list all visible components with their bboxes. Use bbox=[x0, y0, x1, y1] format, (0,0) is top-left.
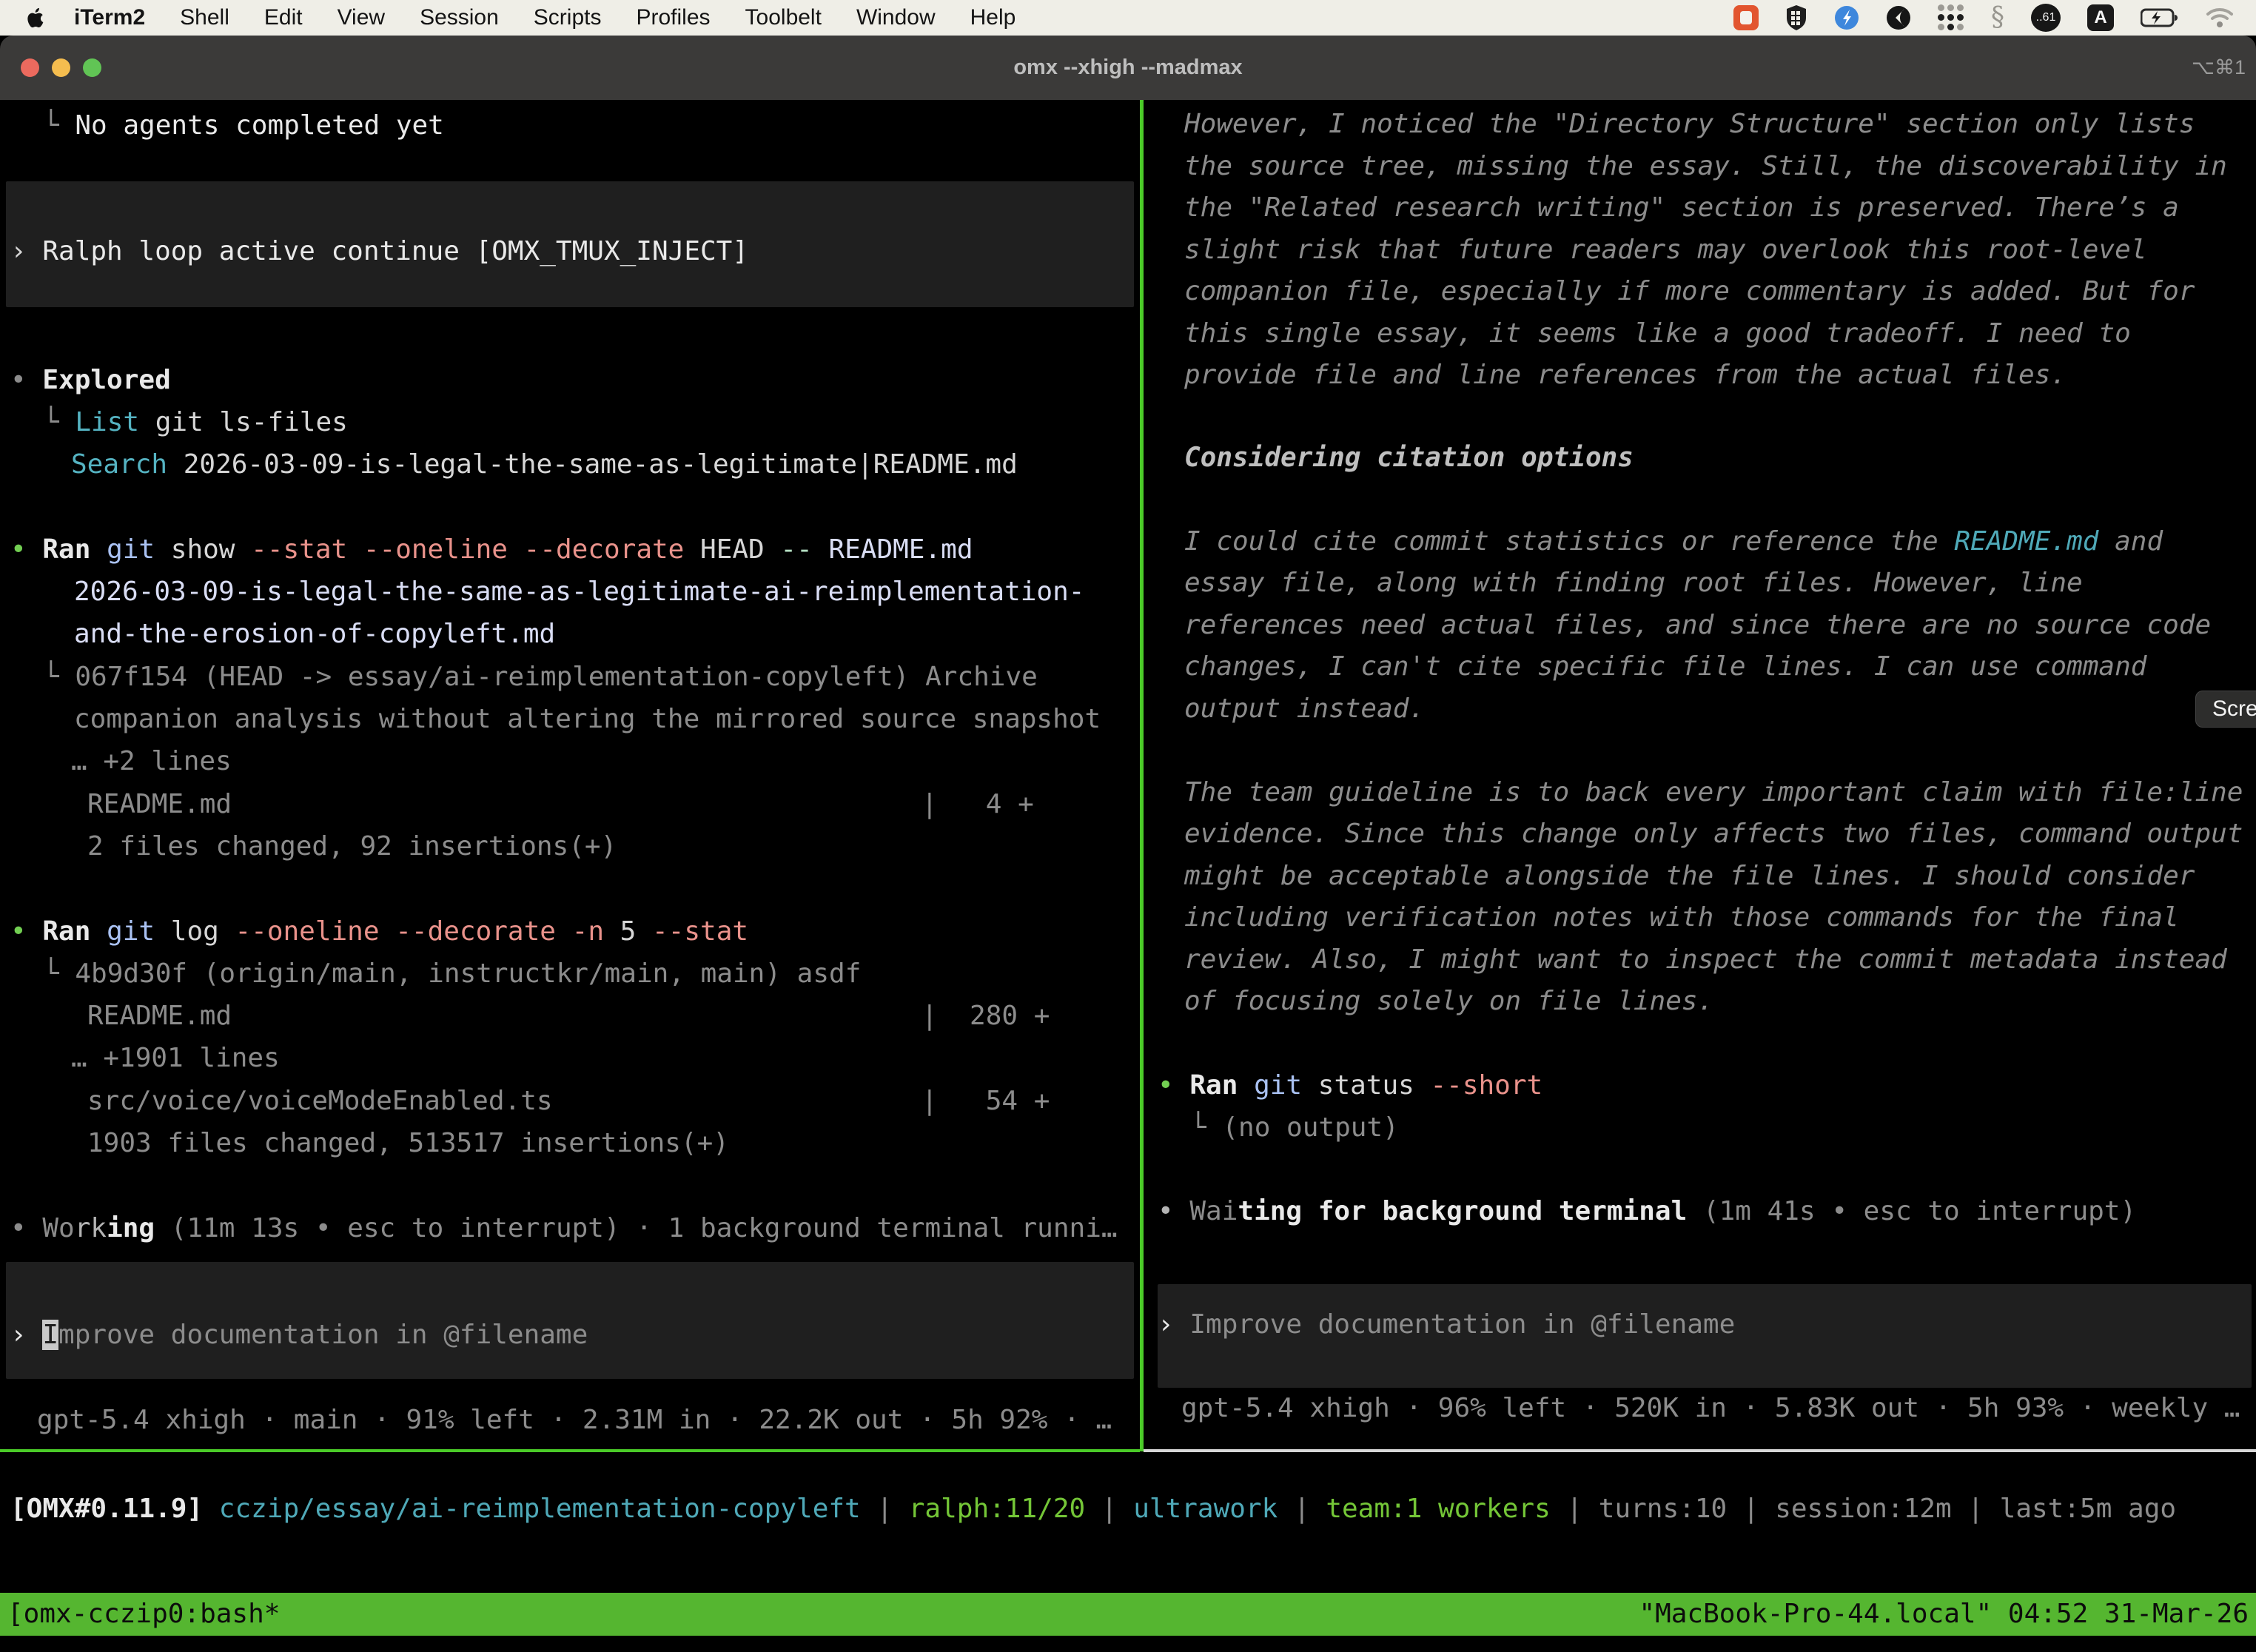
menu-bar: iTerm2 Shell Edit View Session Scripts P… bbox=[0, 0, 2256, 36]
scripting-icon[interactable]: § bbox=[1991, 3, 2004, 33]
stat-summary-line: 2 files changed, 92 insertions(+) bbox=[87, 825, 617, 867]
shield-icon[interactable] bbox=[1785, 3, 1807, 33]
apple-menu-icon[interactable] bbox=[25, 7, 44, 29]
reasoning-heading: Considering citation options bbox=[1184, 437, 1634, 479]
menu-item-shell[interactable]: Shell bbox=[180, 5, 229, 30]
stat-line: src/voice/voiceModeEnabled.ts | 54 + bbox=[87, 1080, 1050, 1122]
menu-item-window[interactable]: Window bbox=[856, 5, 936, 30]
cmd-git-log: • Ran git log --oneline --decorate -n 5 … bbox=[10, 910, 748, 953]
window-title-bar: omx --xhigh --madmax ⌥⌘1 bbox=[0, 36, 2256, 100]
more-lines-indicator: … +1901 lines bbox=[71, 1037, 280, 1079]
menu-item-view[interactable]: View bbox=[338, 5, 385, 30]
right-terminal-pane[interactable]: However, I noticed the "Directory Struct… bbox=[1152, 100, 2256, 1451]
prompt-input-line: › Improve documentation in @filename bbox=[10, 1314, 588, 1356]
omx-status-line: [OMX#0.11.9] cczip/essay/ai-reimplementa… bbox=[10, 1488, 2176, 1530]
recording-indicator-icon[interactable] bbox=[1733, 3, 1759, 33]
cmd-git-status: • Ran git status --short bbox=[1158, 1064, 1542, 1107]
model-status-line: gpt-5.4 xhigh · 96% left · 520K in · 5.8… bbox=[1181, 1387, 2240, 1429]
menu-items: iTerm2 Shell Edit View Session Scripts P… bbox=[74, 5, 1015, 30]
cmd-output-line: └ (no output) bbox=[1190, 1107, 1399, 1149]
explored-header: • Explored bbox=[10, 359, 171, 401]
pane-divider[interactable] bbox=[1140, 100, 1144, 1451]
battery-percent-badge-icon[interactable]: ..61 bbox=[2031, 3, 2061, 33]
commit-line: └ 4b9d30f (origin/main, instructkr/main,… bbox=[43, 953, 861, 995]
reasoning-paragraph: references need actual files, and since … bbox=[1184, 604, 2211, 646]
reasoning-paragraph: essay file, along with finding root file… bbox=[1184, 562, 2083, 604]
menu-status-icons: § ..61 A bbox=[1733, 3, 2234, 33]
reasoning-paragraph: of focusing solely on file lines. bbox=[1184, 980, 1713, 1022]
reasoning-paragraph: provide file and line references from th… bbox=[1184, 354, 2067, 396]
tmux-session-label: [omx-cczip0:bash* bbox=[7, 1593, 280, 1636]
reasoning-paragraph: this single essay, it seems like a good … bbox=[1184, 312, 2131, 355]
ralph-inject-line: › Ralph loop active continue [OMX_TMUX_I… bbox=[10, 230, 748, 272]
commit-line: └ 067f154 (HEAD -> essay/ai-reimplementa… bbox=[43, 656, 1038, 698]
reasoning-paragraph: including verification notes with those … bbox=[1184, 896, 2179, 939]
browser-circle-icon[interactable] bbox=[1886, 3, 1911, 33]
reasoning-paragraph: output instead. bbox=[1184, 688, 1425, 730]
reasoning-paragraph: I could cite commit statistics or refere… bbox=[1184, 520, 2163, 563]
menu-item-session[interactable]: Session bbox=[420, 5, 499, 30]
menu-item-profiles[interactable]: Profiles bbox=[636, 5, 710, 30]
explored-search-line: Search 2026-03-09-is-legal-the-same-as-l… bbox=[71, 443, 1018, 486]
stat-line: README.md | 4 + bbox=[87, 783, 1034, 825]
menu-item-toolbelt[interactable]: Toolbelt bbox=[745, 5, 822, 30]
menu-item-scripts[interactable]: Scripts bbox=[534, 5, 602, 30]
battery-icon[interactable] bbox=[2141, 3, 2179, 33]
more-lines-indicator: … +2 lines bbox=[71, 740, 232, 782]
reasoning-paragraph: the source tree, missing the essay. Stil… bbox=[1184, 145, 2227, 187]
stat-summary-line: 1903 files changed, 513517 insertions(+) bbox=[87, 1122, 729, 1164]
explored-list-line: └ List git ls-files bbox=[43, 401, 348, 443]
reasoning-paragraph: the "Related research writing" section i… bbox=[1184, 187, 2179, 229]
reasoning-paragraph: might be acceptable alongside the file l… bbox=[1184, 855, 2195, 897]
reasoning-paragraph: evidence. Since this change only affects… bbox=[1184, 813, 2243, 855]
waiting-status-line: • Waiting for background terminal (1m 41… bbox=[1158, 1190, 2136, 1232]
working-status-line: • Working (11m 13s • esc to interrupt) ·… bbox=[10, 1207, 1118, 1249]
text-cursor: I bbox=[42, 1320, 58, 1350]
reasoning-paragraph: changes, I can't cite specific file line… bbox=[1184, 645, 2146, 688]
tmux-status-bar: [omx-cczip0:bash* "MacBook-Pro-44.local"… bbox=[0, 1593, 2256, 1636]
reasoning-paragraph: review. Also, I might want to inspect th… bbox=[1184, 939, 2227, 981]
reasoning-paragraph: companion file, especially if more comme… bbox=[1184, 270, 2195, 312]
menu-item-edit[interactable]: Edit bbox=[264, 5, 303, 30]
model-status-line: gpt-5.4 xhigh · main · 91% left · 2.31M … bbox=[37, 1399, 1112, 1441]
prompt-input-line: › Improve documentation in @filename bbox=[1158, 1303, 1735, 1346]
reasoning-paragraph: slight risk that future readers may over… bbox=[1184, 229, 2146, 271]
right-pane-bottom-border bbox=[1144, 1449, 2256, 1452]
omx-status-bar[interactable]: [OMX#0.11.9] cczip/essay/ai-reimplementa… bbox=[0, 1488, 2256, 1531]
agents-status-line: └ No agents completed yet bbox=[43, 104, 444, 147]
window-title: omx --xhigh --madmax bbox=[0, 36, 2256, 100]
wifi-icon[interactable] bbox=[2206, 3, 2234, 33]
menu-app-name[interactable]: iTerm2 bbox=[74, 5, 145, 30]
commit-msg-line: companion analysis without altering the … bbox=[74, 698, 1101, 740]
dots-grid-icon[interactable] bbox=[1938, 3, 1964, 33]
left-pane-bottom-border bbox=[0, 1449, 1140, 1452]
screen-tooltip: Scre bbox=[2195, 691, 2256, 728]
reasoning-paragraph: However, I noticed the "Directory Struct… bbox=[1184, 103, 2195, 145]
cmd-git-show: • Ran git show --stat --oneline --decora… bbox=[10, 528, 973, 571]
essay-filename-line-1: 2026-03-09-is-legal-the-same-as-legitima… bbox=[74, 571, 1084, 613]
essay-filename-line-2: and-the-erosion-of-copyleft.md bbox=[74, 613, 555, 655]
stat-line: README.md | 280 + bbox=[87, 995, 1050, 1037]
menu-item-help[interactable]: Help bbox=[970, 5, 1016, 30]
tmux-host-clock: "MacBook-Pro-44.local" 04:52 31-Mar-26 bbox=[1639, 1593, 2249, 1636]
window-shortcut-badge: ⌥⌘1 bbox=[2192, 36, 2246, 100]
reasoning-paragraph: The team guideline is to back every impo… bbox=[1184, 771, 2243, 813]
verified-badge-icon[interactable] bbox=[1834, 3, 1859, 33]
left-terminal-pane[interactable]: └ No agents completed yet › Ralph loop ac… bbox=[0, 100, 1140, 1451]
terminal-area: └ No agents completed yet › Ralph loop ac… bbox=[0, 0, 2256, 1652]
input-source-icon[interactable]: A bbox=[2087, 3, 2114, 33]
